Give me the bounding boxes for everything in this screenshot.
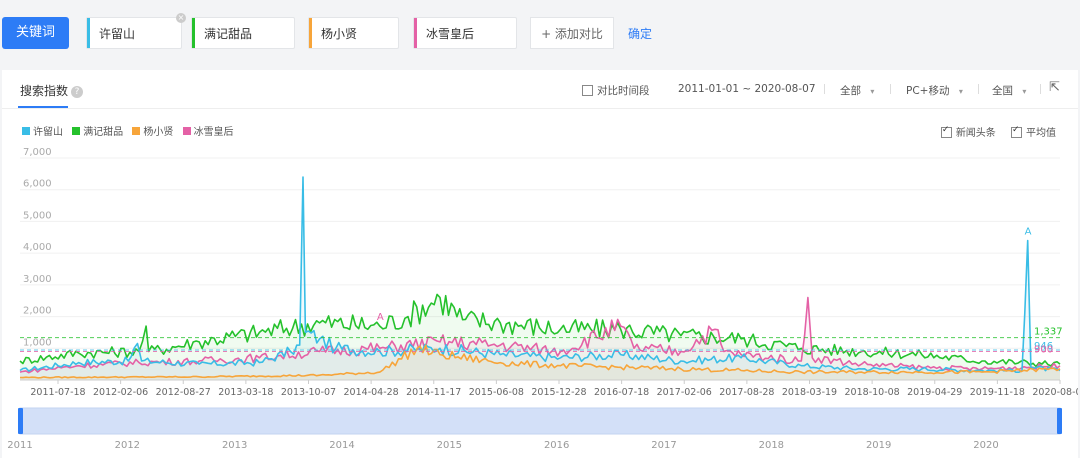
term-label: 许留山 — [99, 27, 136, 41]
confirm-link[interactable]: 确定 — [628, 25, 652, 42]
y-tick-label: 1,000 — [23, 337, 52, 348]
x-tick-label: 2011-07-18 — [30, 387, 85, 398]
term-chip-2[interactable]: 满记甜品 — [191, 17, 295, 49]
x-tick-label: 2015-12-28 — [531, 387, 586, 398]
navigator-year-label: 2012 — [115, 440, 140, 451]
navigator-year-label: 2013 — [222, 440, 247, 451]
add-compare-button[interactable]: + 添加对比 — [530, 17, 614, 49]
trend-chart: 7,000 6,000 5,000 4,000 3,000 2,000 1,000 1,33… — [7, 147, 1078, 451]
x-tick-label: 2012-08-27 — [156, 387, 211, 398]
navigator-year-label: 2016 — [544, 440, 569, 451]
x-tick-label: 2017-02-06 — [657, 387, 712, 398]
search-index-panel: 搜索指数? 对比时间段 2011-01-01 ~ 2020-08-07 全部 ▾… — [2, 70, 1078, 458]
range-selector-window — [19, 407, 1061, 435]
y-tick-label: 2,000 — [23, 306, 52, 317]
x-tick-label: 2013-10-07 — [281, 387, 336, 398]
range-handle-left[interactable] — [18, 408, 23, 434]
range-handle-right[interactable] — [1057, 408, 1062, 434]
remove-term-icon[interactable]: × — [176, 13, 186, 23]
x-tick-label: 2013-03-18 — [218, 387, 273, 398]
term-color-bar — [309, 18, 312, 48]
x-tick-label: 2016-07-18 — [594, 387, 649, 398]
y-tick-label: 4,000 — [23, 242, 52, 253]
navigator-year-label: 2014 — [329, 440, 354, 451]
keyword-button[interactable]: 关键词 — [2, 17, 69, 49]
term-chip-3[interactable]: 杨小贤 — [308, 17, 399, 49]
x-tick-label: 2015-06-08 — [469, 387, 524, 398]
x-tick-label: 2018-10-08 — [845, 387, 900, 398]
term-color-bar — [414, 18, 417, 48]
navigator-year-label: 2011 — [7, 440, 32, 451]
y-tick-label: 5,000 — [23, 210, 52, 221]
x-tick-label: 2020-08-03 — [1032, 387, 1078, 398]
term-chip-4[interactable]: 冰雪皇后 — [413, 17, 517, 49]
term-label: 满记甜品 — [204, 27, 253, 41]
x-tick-label: 2017-08-28 — [719, 387, 774, 398]
term-label: 杨小贤 — [321, 27, 358, 41]
term-label: 冰雪皇后 — [426, 27, 475, 41]
x-tick-label: 2012-02-06 — [93, 387, 148, 398]
keyword-toolbar: 关键词 许留山 × 满记甜品 杨小贤 冰雪皇后 + 添加对比 确定 — [0, 0, 1080, 68]
news-marker: A — [377, 312, 384, 323]
navigator-year-label: 2019 — [866, 440, 891, 451]
term-color-bar — [192, 18, 195, 48]
navigator-year-label: 2018 — [759, 440, 784, 451]
term-chip-1[interactable]: 许留山 × — [86, 13, 186, 49]
term-color-bar — [87, 18, 90, 48]
navigator-year-label: 2017 — [651, 440, 676, 451]
average-label: 1,337 — [1034, 327, 1063, 338]
y-tick-label: 7,000 — [23, 147, 52, 158]
x-tick-label: 2014-04-28 — [344, 387, 399, 398]
x-tick-label: 2014-11-17 — [406, 387, 461, 398]
x-tick-label: 2018-03-19 — [782, 387, 837, 398]
average-label: 900 — [1034, 344, 1053, 355]
x-tick-label: 2019-11-18 — [970, 387, 1025, 398]
y-tick-label: 6,000 — [23, 179, 52, 190]
navigator-year-label: 2020 — [973, 440, 998, 451]
y-tick-label: 3,000 — [23, 274, 52, 285]
x-tick-label: 2019-04-29 — [907, 387, 962, 398]
navigator-year-label: 2015 — [437, 440, 462, 451]
news-marker: A — [1025, 226, 1032, 237]
